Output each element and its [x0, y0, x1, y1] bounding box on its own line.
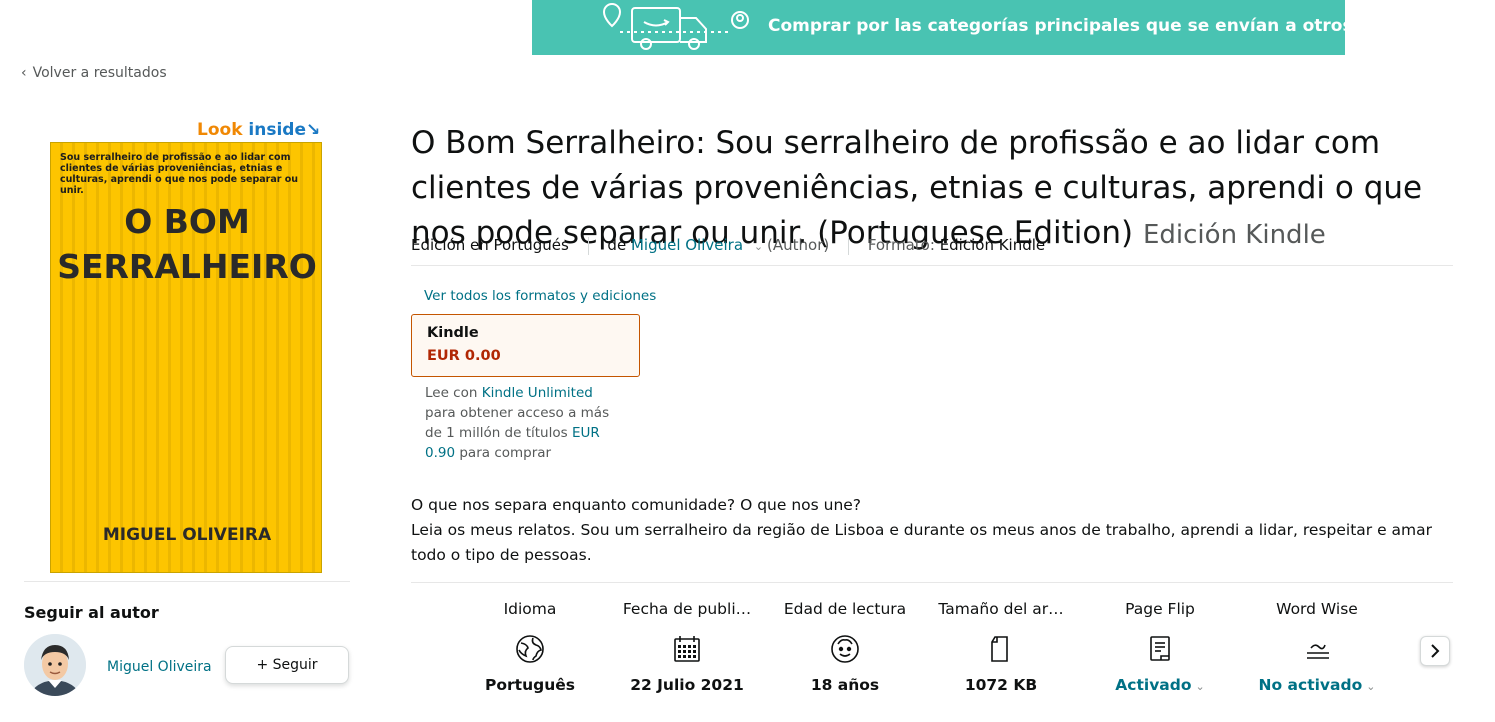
attribute-label: Word Wise: [1276, 600, 1358, 618]
attribute-value: 18 años: [810, 676, 880, 694]
byline-separator: [848, 236, 850, 255]
cover-blurb: Sou serralheiro de profissão e ao lidar …: [60, 152, 299, 196]
globe-icon: [460, 634, 600, 664]
look-label: Look: [197, 120, 243, 140]
chevron-left-icon: ‹: [21, 65, 27, 81]
follow-button[interactable]: + Seguir: [225, 646, 349, 684]
inside-label: inside: [248, 120, 306, 140]
chevron-down-icon: ⌄: [1195, 680, 1205, 693]
attribute-page-flip: Page Flip Activado ⌄: [1090, 600, 1230, 694]
author-role: (Author): [767, 236, 830, 254]
attribute-reading-age: Edad de lectura 18 años: [775, 600, 915, 694]
kindle-unlimited-offer: Lee con Kindle Unlimited para obtener ac…: [425, 383, 625, 463]
file-icon: [931, 634, 1071, 664]
attribute-label: Tamaño del ar…: [938, 600, 1064, 618]
byline-separator: [587, 236, 589, 255]
format-option-name: Kindle: [427, 325, 479, 341]
attribute-publication-date: Fecha de publi… 22 Julio 2021: [617, 600, 757, 694]
format-option-price: EUR 0.00: [427, 348, 501, 364]
kindle-unlimited-link[interactable]: Kindle Unlimited: [482, 385, 593, 401]
format-label: Formato:: [867, 236, 935, 254]
cover-author: MIGUEL OLIVEIRA: [102, 525, 272, 545]
book-cover-image[interactable]: Sou serralheiro de profissão e ao lidar …: [50, 142, 322, 573]
attribute-word-wise: Word Wise No activado ⌄: [1247, 600, 1387, 694]
attribute-label: Fecha de publi…: [622, 600, 752, 618]
arrow-down-icon: ↘: [306, 120, 321, 140]
author-link[interactable]: Miguel Oliveira: [631, 236, 743, 254]
cover-title: O BOM SERRALHEIRO: [51, 199, 321, 289]
look-inside-badge[interactable]: Look inside↘: [197, 120, 320, 140]
divider: [24, 581, 350, 582]
book-description: O que nos separa enquanto comunidade? O …: [411, 493, 1451, 568]
follow-author-name-link[interactable]: Miguel Oliveira: [107, 659, 212, 675]
attribute-label: Page Flip: [1125, 600, 1195, 618]
attribute-label: Idioma: [503, 600, 557, 618]
attribute-file-size: Tamaño del ar… 1072 KB: [931, 600, 1071, 694]
follow-author-heading: Seguir al autor: [24, 603, 159, 622]
attribute-value: 1072 KB: [964, 676, 1038, 694]
face-icon: [775, 634, 915, 664]
shipping-banner[interactable]: Comprar por las categorías principales q…: [532, 0, 1420, 55]
attribute-value: Activado: [1115, 676, 1192, 694]
chevron-down-icon: ⌄: [1366, 680, 1376, 693]
attribute-value: Português: [485, 676, 575, 694]
ku-suffix: para comprar: [459, 445, 552, 461]
delivery-truck-icon: [602, 3, 749, 50]
by-prefix: de: [607, 236, 627, 254]
divider: [411, 582, 1453, 583]
back-to-results-link[interactable]: ‹ Volver a resultados: [21, 65, 167, 81]
attribute-value: 22 Julio 2021: [630, 676, 744, 694]
ku-prefix: Lee con: [425, 385, 478, 401]
word-wise-icon: [1247, 634, 1387, 664]
byline: Edición en Portugués de Miguel Oliveira …: [411, 236, 1045, 255]
attribute-label: Edad de lectura: [783, 600, 907, 618]
language-edition: Edición en Portugués: [411, 236, 569, 254]
attribute-language: Idioma Português: [460, 600, 600, 694]
product-edition: Edición Kindle: [1142, 219, 1326, 250]
cover-title-line-1: O BOM: [124, 202, 250, 241]
description-line-1: O que nos separa enquanto comunidade? O …: [411, 496, 862, 514]
attribute-value: No activado: [1258, 676, 1363, 694]
carousel-next-button[interactable]: [1420, 636, 1450, 666]
word-wise-dropdown[interactable]: No activado ⌄: [1247, 676, 1387, 694]
avatar-face-icon: [24, 634, 86, 696]
calendar-icon: [617, 634, 757, 664]
chevron-right-icon: [1431, 644, 1440, 658]
cover-title-line-2: SERRALHEIRO: [57, 247, 317, 286]
format-value: Edición Kindle: [939, 236, 1046, 254]
chevron-down-icon[interactable]: ⌄: [754, 240, 763, 253]
kindle-format-option[interactable]: Kindle EUR 0.00: [411, 314, 640, 377]
back-label: Volver a resultados: [32, 65, 167, 81]
page-flip-icon: [1090, 634, 1230, 664]
divider: [411, 265, 1453, 266]
description-line-2: Leia os meus relatos. Sou um serralheiro…: [411, 521, 1433, 564]
page-flip-dropdown[interactable]: Activado ⌄: [1090, 676, 1230, 694]
all-formats-link[interactable]: Ver todos los formatos y ediciones: [424, 288, 656, 304]
banner-text: Comprar por las categorías principales q…: [768, 16, 1420, 36]
author-avatar[interactable]: [24, 634, 86, 696]
